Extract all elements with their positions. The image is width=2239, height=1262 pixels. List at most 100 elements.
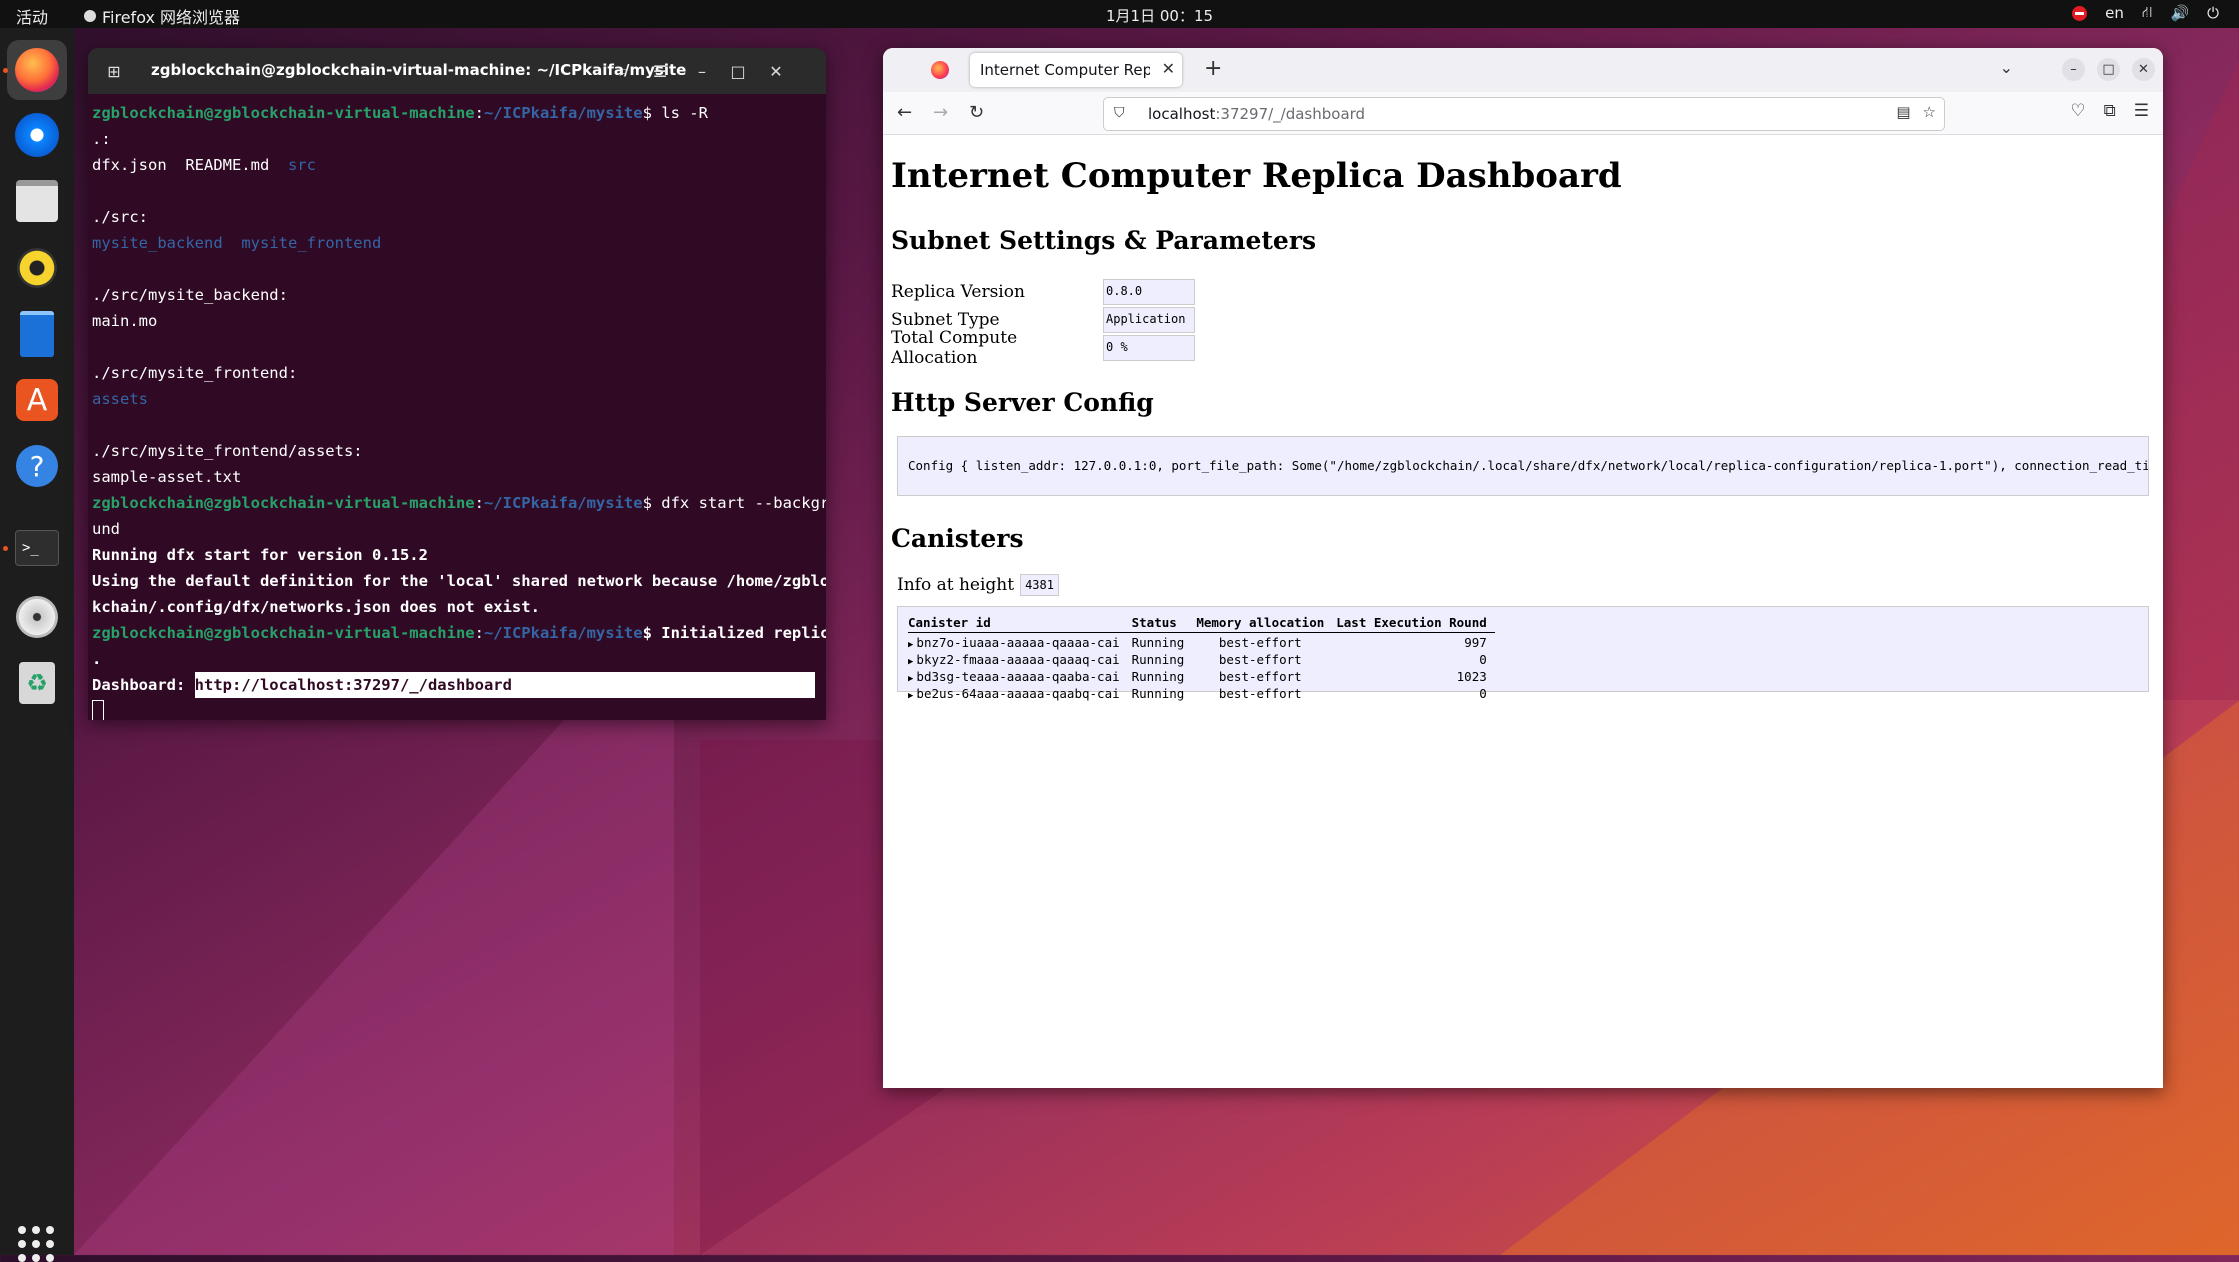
system-tray[interactable]: en ⛙ 🔊 ⏻	[2072, 3, 2219, 23]
dock: A ? >_ ♻	[0, 28, 74, 1262]
terminal-line: ./src:	[92, 208, 148, 226]
maximize-button[interactable]: □	[724, 57, 752, 85]
app-menu[interactable]: Firefox 网络浏览器	[84, 4, 240, 28]
terminal-window[interactable]: ⊞ zgblockchain@zgblockchain-virtual-mach…	[88, 48, 826, 720]
dock-help[interactable]: ?	[7, 436, 67, 496]
minimize-button[interactable]: –	[2062, 58, 2085, 81]
canister-round: 1023	[1456, 669, 1487, 684]
forward-button[interactable]: →	[933, 102, 948, 123]
maximize-button[interactable]: □	[2097, 58, 2120, 81]
column-header: Last Execution Round	[1336, 615, 1495, 633]
terminal-output[interactable]: zgblockchain@zgblockchain-virtual-machin…	[88, 94, 826, 720]
page-title: Internet Computer Replica Dashboard	[891, 156, 1622, 196]
column-header: Memory allocation	[1196, 615, 1337, 633]
running-indicator	[3, 68, 8, 73]
terminal-icon: >_	[15, 530, 59, 566]
terminal-line: zgblockchain@zgblockchain-virtual-machin…	[92, 104, 708, 122]
dock-rhythmbox[interactable]	[7, 238, 67, 298]
list-all-tabs-icon[interactable]: ⌄	[2000, 58, 2013, 77]
http-config-heading: Http Server Config	[891, 388, 1154, 417]
dock-firefox[interactable]	[7, 40, 67, 100]
terminal-line: ./src/mysite_frontend:	[92, 364, 298, 382]
terminal-line: sample-asset.txt	[92, 468, 242, 486]
settings-value: 0.8.0	[1103, 279, 1195, 305]
thunderbird-icon	[15, 113, 59, 157]
table-row[interactable]: ▶ be2us-64aaa-aaaaa-qaabq-cai Running bes…	[908, 684, 1495, 701]
canister-status: Running	[1131, 686, 1185, 701]
top-bar: 活动 Firefox 网络浏览器 1月1日 00：15 en ⛙ 🔊 ⏻	[0, 0, 2239, 28]
activities-button[interactable]: 活动	[16, 4, 48, 28]
config-box: Config { listen_addr: 127.0.0.1:0, port_…	[897, 436, 2149, 496]
bookmark-star-icon[interactable]: ☆	[1923, 103, 1936, 121]
canister-memory: best-effort	[1218, 669, 1302, 684]
tab-title: Internet Computer Replica D	[980, 61, 1150, 79]
settings-value: 0 %	[1103, 335, 1195, 361]
canister-id: be2us-64aaa-aaaaa-qaabq-cai	[916, 686, 1120, 701]
canister-status: Running	[1131, 652, 1185, 667]
new-tab-icon[interactable]: ⊞	[100, 57, 128, 85]
language-indicator[interactable]: en	[2105, 4, 2124, 22]
reader-view-icon[interactable]: ▤	[1896, 103, 1910, 121]
table-row[interactable]: ▶ bd3sg-teaaa-aaaaa-qaaba-cai Running bes…	[908, 667, 1495, 684]
terminal-titlebar[interactable]: ⊞ zgblockchain@zgblockchain-virtual-mach…	[88, 48, 826, 94]
tab-dashboard[interactable]: Internet Computer Replica D ✕	[970, 53, 1182, 87]
dashboard-link[interactable]: http://localhost:37297/_/dashboard	[194, 672, 815, 698]
firefox-view-icon[interactable]	[931, 61, 949, 79]
table-row[interactable]: ▶ bnz7o-iuaaa-aaaaa-qaaaa-cai Running bes…	[908, 633, 1495, 650]
minimize-button[interactable]: –	[688, 57, 716, 85]
show-apps-button[interactable]	[18, 1226, 54, 1262]
dock-app-center[interactable]: A	[7, 370, 67, 430]
canister-memory: best-effort	[1218, 652, 1302, 667]
terminal-line: dfx.json README.md src	[92, 156, 316, 174]
dock-files[interactable]	[7, 171, 67, 231]
dock-writer[interactable]	[7, 304, 67, 364]
app-menu-icon[interactable]: ☰	[2134, 101, 2149, 121]
settings-value: Application	[1103, 307, 1195, 333]
terminal-line: mysite_backend mysite_frontend	[92, 234, 382, 252]
column-header: Canister id	[908, 615, 1132, 633]
terminal-line: main.mo	[92, 312, 158, 330]
url-bar[interactable]: ⛉ localhost:37297/_/dashboard ▤ ☆	[1103, 97, 1945, 131]
firefox-icon	[84, 10, 96, 22]
shield-icon[interactable]: ⛉	[1114, 105, 1125, 121]
terminal-line: Using the default definition for the 'lo…	[92, 572, 826, 590]
canister-memory: best-effort	[1218, 686, 1302, 701]
volume-icon[interactable]: 🔊	[2170, 4, 2189, 22]
dock-thunderbird[interactable]	[7, 105, 67, 165]
firefox-window[interactable]: Internet Computer Replica D ✕ + ⌄ – □ ✕ …	[883, 48, 2163, 1088]
expand-triangle-icon[interactable]: ▶	[908, 691, 913, 701]
trash-icon: ♻	[19, 662, 55, 704]
url-text[interactable]: localhost:37297/_/dashboard	[1148, 105, 1365, 123]
page-content: Internet Computer Replica Dashboard Subn…	[883, 134, 2163, 1088]
nav-bar: ← → ↻ ⛉ localhost:37297/_/dashboard ▤ ☆ …	[883, 92, 2163, 135]
config-text: Config { listen_addr: 127.0.0.1:0, port_…	[908, 458, 2149, 473]
new-tab-button[interactable]: +	[1204, 56, 1222, 81]
expand-triangle-icon[interactable]: ▶	[908, 657, 913, 667]
table-row[interactable]: ▶ bkyz2-fmaaa-aaaaa-qaaaq-cai Running bes…	[908, 650, 1495, 667]
dock-disc[interactable]	[7, 587, 67, 647]
settings-row: Replica Version 0.8.0	[891, 278, 1195, 306]
dock-terminal[interactable]: >_	[7, 518, 67, 578]
search-icon[interactable]: ⌕	[610, 57, 638, 85]
back-button[interactable]: ←	[897, 102, 912, 123]
do-not-disturb-icon[interactable]	[2072, 5, 2088, 21]
dock-trash[interactable]: ♻	[7, 653, 67, 713]
close-button[interactable]: ✕	[2132, 58, 2155, 81]
reload-button[interactable]: ↻	[969, 102, 984, 123]
firefox-icon	[15, 48, 59, 92]
canister-round: 0	[1479, 686, 1487, 701]
menu-icon[interactable]: ☰	[646, 57, 674, 85]
tab-close-icon[interactable]: ✕	[1162, 59, 1175, 78]
height-info: Info at height 4381	[897, 574, 1059, 596]
power-icon[interactable]: ⏻	[2207, 4, 2219, 22]
expand-triangle-icon[interactable]: ▶	[908, 674, 913, 684]
terminal-cursor	[92, 699, 104, 720]
clock[interactable]: 1月1日 00：15	[1106, 5, 1213, 26]
extensions-icon[interactable]: ⧉	[2104, 101, 2116, 121]
expand-triangle-icon[interactable]: ▶	[908, 640, 913, 650]
pocket-icon[interactable]: ♡	[2070, 101, 2085, 121]
close-button[interactable]: ✕	[762, 57, 790, 85]
network-icon[interactable]: ⛙	[2142, 3, 2153, 23]
